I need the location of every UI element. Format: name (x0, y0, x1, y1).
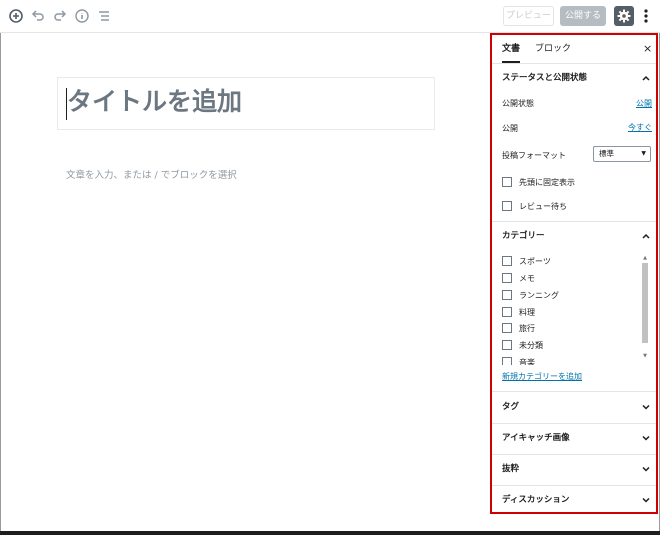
settings-button[interactable] (614, 6, 634, 26)
outline-icon[interactable] (96, 8, 112, 24)
post-format-value: 標準 (599, 149, 614, 158)
status-panel-header[interactable]: ステータスと公開状態 (492, 64, 656, 92)
publish-date-label: 公開 (502, 124, 518, 133)
category-label: 未分類 (519, 341, 543, 350)
close-sidebar-button[interactable]: × (643, 43, 652, 55)
scroll-down-icon[interactable]: ▼ (641, 353, 649, 359)
tab-block[interactable]: ブロック (535, 35, 571, 63)
category-panel-title: カテゴリー (502, 231, 545, 241)
publish-date-link[interactable]: 今すぐ (628, 122, 652, 133)
tags-panel-title: タグ (502, 402, 520, 412)
category-checkbox[interactable] (502, 340, 512, 350)
more-options-button[interactable] (640, 6, 652, 26)
sticky-label: 先頭に固定表示 (519, 178, 575, 187)
add-block-icon[interactable] (8, 8, 24, 24)
preview-button[interactable]: プレビュー (503, 6, 554, 26)
block-appender[interactable]: 文章を入力、または / でブロックを選択 (66, 167, 237, 181)
category-label: 音楽 (519, 358, 535, 365)
visibility-link[interactable]: 公開 (636, 98, 652, 109)
publish-button[interactable]: 公開する (560, 6, 606, 26)
post-title-placeholder: タイトルを追加 (67, 88, 243, 116)
category-checkbox[interactable] (502, 307, 512, 317)
category-list: スポーツ メモ ランニング 料理 旅行 未分類 音楽 (492, 253, 656, 365)
category-checkbox[interactable] (502, 357, 512, 365)
panel-divider (492, 391, 656, 392)
category-label: 旅行 (519, 324, 535, 333)
category-checkbox[interactable] (502, 273, 512, 283)
dropdown-arrow-icon: ▼ (641, 150, 646, 157)
status-panel-title: ステータスと公開状態 (502, 73, 588, 83)
info-icon[interactable] (74, 8, 90, 24)
visibility-label: 公開状態 (502, 99, 534, 108)
redo-icon[interactable] (52, 8, 68, 24)
window-bottom-edge (0, 531, 660, 535)
pending-review-checkbox[interactable] (502, 201, 512, 211)
category-label: ランニング (519, 291, 559, 300)
sidebar-tabs: 文書 ブロック × (492, 35, 656, 64)
post-format-select[interactable]: 標準 ▼ (593, 146, 651, 162)
chevron-down-icon (642, 466, 650, 472)
undo-icon[interactable] (30, 8, 46, 24)
excerpt-panel-title: 抜粋 (502, 464, 520, 474)
chevron-down-icon (642, 404, 650, 410)
category-scrollbar[interactable]: ▲ ▼ (641, 255, 649, 361)
category-checkbox[interactable] (502, 290, 512, 300)
discussion-panel-header[interactable]: ディスカッション (492, 486, 656, 512)
chevron-down-icon (642, 435, 650, 441)
featured-image-panel-header[interactable]: アイキャッチ画像 (492, 424, 656, 452)
chevron-down-icon (642, 497, 650, 503)
editor-toolbar: プレビュー 公開する (0, 0, 660, 33)
featured-image-panel-title: アイキャッチ画像 (502, 433, 570, 443)
tab-document[interactable]: 文書 (502, 35, 521, 63)
pending-review-label: レビュー待ち (519, 202, 567, 211)
tags-panel-header[interactable]: タグ (492, 393, 656, 421)
vertical-dots-icon (644, 9, 648, 23)
chevron-up-icon (642, 233, 650, 239)
settings-sidebar: 文書 ブロック × ステータスと公開状態 公開状態 公開 公開 今すぐ 投稿フォ… (490, 33, 658, 514)
category-panel-header[interactable]: カテゴリー (492, 222, 656, 250)
chevron-up-icon (642, 75, 650, 81)
scrollbar-thumb[interactable] (642, 263, 648, 343)
category-checkbox[interactable] (502, 256, 512, 266)
add-new-category-link[interactable]: 新規カテゴリーを追加 (502, 371, 582, 382)
post-format-label: 投稿フォーマット (502, 151, 566, 160)
scroll-up-icon[interactable]: ▲ (641, 255, 649, 261)
discussion-panel-title: ディスカッション (502, 495, 570, 505)
category-label: 料理 (519, 308, 535, 317)
category-label: スポーツ (519, 257, 551, 266)
excerpt-panel-header[interactable]: 抜粋 (492, 455, 656, 483)
category-checkbox[interactable] (502, 323, 512, 333)
sticky-checkbox[interactable] (502, 177, 512, 187)
category-label: メモ (519, 274, 535, 283)
gear-icon (617, 9, 631, 23)
